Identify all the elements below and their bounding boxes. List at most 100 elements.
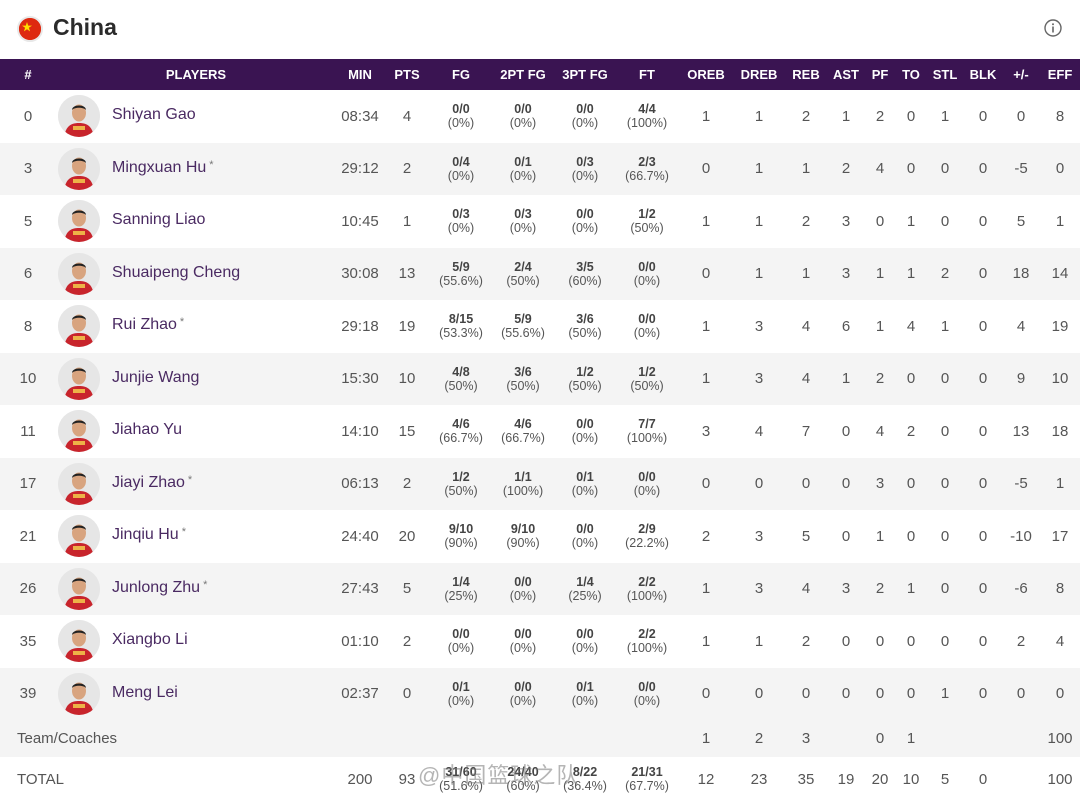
player-row[interactable]: 0 Shiyan Gao 08:34 4 0/0 (0%) 0/0 (0%) 0/0 (0%) 4/… — [0, 90, 1080, 143]
two-point-fg-made-attempted: 1/1 — [514, 469, 532, 484]
col-dreb-header[interactable]: DREB — [734, 59, 784, 90]
two-point-fg-percent: (0%) — [509, 588, 537, 603]
player-row[interactable]: 3 Mingxuan Hu * 29:12 2 0/4 (0%) 0/1 (0%) 0/3 (0%)… — [0, 142, 1080, 196]
two-point-fg-made-attempted: 0/0 — [514, 627, 532, 642]
player-cell[interactable]: Jiahao Yu — [56, 405, 336, 458]
player-name-link[interactable]: Junlong Zhu * — [112, 579, 207, 597]
col-ft-header[interactable]: FT — [616, 59, 678, 90]
three-point-fg-made-attempted: 0/0 — [576, 102, 594, 117]
three-point-fg: 0/1 (0%) — [554, 458, 616, 511]
pf: 4 — [875, 422, 885, 440]
player-cell[interactable]: Junlong Zhu * — [56, 563, 336, 616]
info-icon[interactable] — [1043, 18, 1063, 38]
free-throws: 1/2 (50%) — [616, 195, 678, 248]
col-blk-header[interactable]: BLK — [964, 59, 1002, 90]
three-point-fg-made-attempted: 0/0 — [576, 627, 594, 642]
ast: 1 — [841, 107, 851, 125]
player-cell[interactable]: Shuaipeng Cheng — [56, 248, 336, 301]
two-point-fg-percent: (0%) — [509, 693, 537, 708]
free-throws-made-attempted: 2/2 — [638, 627, 656, 642]
two-point-fg-made-attempted: 0/0 — [514, 102, 532, 117]
player-name-link[interactable]: Shuaipeng Cheng — [112, 264, 243, 282]
to: 10 — [902, 770, 920, 788]
player-name-link[interactable]: Shiyan Gao — [112, 106, 199, 124]
col-pts-header[interactable]: PTS — [384, 59, 430, 90]
two-point-fg: 0/0 (0%) — [492, 563, 554, 616]
col-reb-header[interactable]: REB — [784, 59, 828, 90]
player-name-link[interactable]: Xiangbo Li — [112, 631, 191, 649]
free-throws: 7/7 (100%) — [616, 405, 678, 458]
ast: 0 — [841, 685, 851, 703]
to: 0 — [906, 107, 916, 125]
col-min-header[interactable]: MIN — [336, 59, 384, 90]
player-cell[interactable]: Jiayi Zhao * — [56, 458, 336, 511]
player-row[interactable]: 39 Meng Lei 02:37 0 0/1 (0%) 0/0 (0%) 0/1 (0%) 0/0… — [0, 667, 1080, 721]
player-name-link[interactable]: Jiahao Yu — [112, 421, 185, 439]
player-cell[interactable]: Jinqiu Hu * — [56, 510, 336, 563]
player-row[interactable]: 35 Xiangbo Li 01:10 2 0/0 (0%) 0/0 (0%) 0/0 (0%) 2… — [0, 615, 1080, 668]
col-plus-minus-header[interactable]: +/- — [1002, 59, 1040, 90]
col-2pt-fg-header[interactable]: 2PT FG — [492, 59, 554, 90]
oreb: 1 — [701, 730, 711, 747]
col-ast-header[interactable]: AST — [828, 59, 864, 90]
col-oreb-header[interactable]: OREB — [678, 59, 734, 90]
dreb: 0 — [754, 475, 764, 493]
free-throws-made-attempted: 7/7 — [638, 417, 656, 432]
player-cell[interactable]: Rui Zhao * — [56, 300, 336, 353]
col-3pt-fg-header[interactable]: 3PT FG — [554, 59, 616, 90]
player-avatar — [58, 200, 100, 242]
minutes: 200 — [347, 770, 373, 788]
player-row[interactable]: 11 Jiahao Yu 14:10 15 4/6 (66.7%) 4/6 (66.7%) 0/… — [0, 405, 1080, 458]
blk: 0 — [978, 317, 988, 335]
minutes: 30:08 — [341, 265, 379, 283]
field-goals-percent: (0%) — [447, 168, 475, 183]
ast: 3 — [841, 265, 851, 283]
player-name-link[interactable]: Jinqiu Hu * — [112, 526, 186, 544]
col-number-header[interactable]: # — [0, 59, 56, 90]
minutes: 15:30 — [341, 370, 379, 388]
stl: 1 — [940, 317, 950, 335]
player-row[interactable]: 26 Junlong Zhu * 27:43 5 1/4 (25%) 0/0 (0%) 1/4 (2… — [0, 562, 1080, 616]
minutes: 29:12 — [341, 160, 379, 178]
free-throws-percent: (67.7%) — [625, 779, 669, 793]
player-cell[interactable]: Junjie Wang — [56, 353, 336, 406]
col-pf-header[interactable]: PF — [864, 59, 896, 90]
pf: 2 — [875, 107, 885, 125]
three-point-fg: 0/3 (0%) — [554, 143, 616, 196]
player-name-link[interactable]: Mingxuan Hu * — [112, 159, 214, 177]
points: 13 — [398, 265, 416, 283]
player-row[interactable]: 8 Rui Zhao * 29:18 19 8/15 (53.3%) 5/9 (55.6%) 3/… — [0, 300, 1080, 353]
col-stl-header[interactable]: STL — [926, 59, 964, 90]
free-throws: 21/31 (67.7%) — [616, 757, 678, 797]
efficiency: 0 — [1055, 160, 1065, 178]
two-point-fg: 4/6 (66.7%) — [492, 405, 554, 458]
pf: 1 — [875, 527, 885, 545]
blk: 0 — [978, 212, 988, 230]
player-name-link[interactable]: Meng Lei — [112, 684, 181, 702]
player-name-link[interactable]: Jiayi Zhao * — [112, 474, 192, 492]
field-goals: 4/6 (66.7%) — [430, 405, 492, 458]
player-row[interactable]: 5 Sanning Liao 10:45 1 0/3 (0%) 0/3 (0%) 0/0 (0%)… — [0, 195, 1080, 248]
reb: 0 — [801, 685, 811, 703]
player-row[interactable]: 6 Shuaipeng Cheng 30:08 13 5/9 (55.6%) 2/4 (50%… — [0, 247, 1080, 301]
player-cell[interactable]: Xiangbo Li — [56, 615, 336, 668]
player-cell[interactable]: Meng Lei — [56, 668, 336, 721]
two-point-fg-percent: (66.7%) — [501, 431, 545, 446]
player-row[interactable]: 17 Jiayi Zhao * 06:13 2 1/2 (50%) 1/1 (100%) 0/1(… — [0, 457, 1080, 511]
efficiency: 10 — [1051, 370, 1069, 388]
player-row[interactable]: 10 Junjie Wang 15:30 10 4/8 (50%) 3/6 (50%) 1/2(… — [0, 352, 1080, 406]
player-cell[interactable]: Sanning Liao — [56, 195, 336, 248]
player-cell[interactable]: Shiyan Gao — [56, 90, 336, 143]
col-eff-header[interactable]: EFF — [1040, 59, 1080, 90]
player-name-link[interactable]: Sanning Liao — [112, 211, 208, 229]
player-name-link[interactable]: Junjie Wang — [112, 369, 202, 387]
col-players-header[interactable]: PLAYERS — [56, 59, 336, 90]
col-to-header[interactable]: TO — [896, 59, 926, 90]
minutes: 10:45 — [341, 212, 379, 230]
three-point-fg-made-attempted: 0/1 — [576, 469, 594, 484]
player-row[interactable]: 21 Jinqiu Hu * 24:40 20 9/10 (90%) 9/10 (90%) 0/0… — [0, 510, 1080, 563]
player-cell[interactable]: Mingxuan Hu * — [56, 143, 336, 196]
jersey-number: 11 — [20, 422, 36, 440]
player-name-link[interactable]: Rui Zhao * — [112, 316, 184, 334]
col-fg-header[interactable]: FG — [430, 59, 492, 90]
